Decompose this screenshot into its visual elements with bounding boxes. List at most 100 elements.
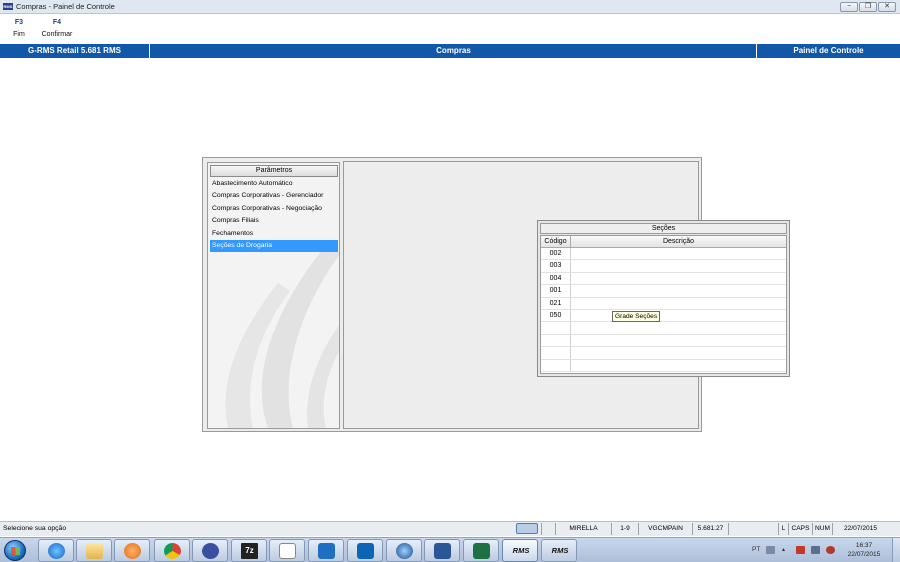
taskbar-7zip[interactable]: 7z [231, 539, 267, 562]
parameter-item-compras-corp-gerenciador[interactable]: Compras Corporativas - Gerenciador [210, 190, 338, 202]
window-title: Compras - Painel de Controle [16, 2, 115, 11]
parameter-item-abastecimento[interactable]: Abastecimento Automático [210, 178, 338, 190]
table-row[interactable]: 021 [541, 297, 786, 310]
sections-table-header: Código Descrição [541, 236, 786, 248]
folder-icon [86, 543, 103, 559]
cell-descricao [571, 298, 786, 309]
table-row[interactable]: 050 [541, 309, 786, 323]
cell-codigo: 050 [541, 309, 571, 322]
cell-descricao [571, 248, 786, 259]
table-row[interactable] [541, 347, 786, 360]
chrome-icon [164, 543, 181, 559]
taskbar-internet-explorer[interactable] [38, 539, 74, 562]
cell-codigo: 021 [541, 297, 571, 309]
language-indicator[interactable]: PT [752, 546, 760, 553]
lync-icon [318, 543, 335, 559]
status-version: 5.681.27 [692, 523, 728, 535]
rms-taskbar-label: RMS [551, 546, 569, 555]
f4-key-label: F4 [52, 19, 62, 26]
table-row[interactable] [541, 322, 786, 335]
tray-expand-icon[interactable]: ▴ [782, 546, 787, 554]
sections-grid-title: Seções [540, 223, 787, 234]
system-clock[interactable]: 16:37 22/07/2015 [840, 541, 888, 559]
column-header-codigo[interactable]: Código [541, 236, 571, 247]
detail-pane: Seções Código Descrição 002 003 004 001 … [343, 161, 790, 429]
status-l-flag: L [778, 523, 788, 535]
f3-fim-button[interactable]: F3 Fim [10, 19, 28, 38]
watermark-graphic [225, 243, 339, 428]
status-date: 22/07/2015 [832, 523, 888, 535]
keyboard-tray-icon[interactable] [766, 546, 775, 554]
cell-descricao [571, 260, 786, 271]
table-row[interactable]: 004 [541, 272, 786, 286]
table-row[interactable] [541, 334, 786, 348]
f3-action-label: Fim [13, 31, 25, 38]
taskbar-rms-2[interactable]: RMS [541, 539, 577, 562]
status-message: Selecione sua opção [3, 525, 67, 532]
status-range: 1-9 [611, 523, 638, 535]
parameters-pane: Parâmetros Abastecimento Automático Comp… [207, 162, 340, 429]
parameters-list: Abastecimento Automático Compras Corpora… [210, 178, 338, 253]
control-panel: Parâmetros Abastecimento Automático Comp… [202, 157, 790, 432]
table-row[interactable]: 003 [541, 260, 786, 273]
cell-codigo: 004 [541, 272, 571, 285]
module-name-label: Compras [436, 46, 471, 55]
parameters-header: Parâmetros [210, 165, 338, 177]
product-version-label: G-RMS Retail 5.681 RMS [0, 44, 150, 58]
parameter-item-fechamentos[interactable]: Fechamentos [210, 228, 338, 240]
taskbar-network-app[interactable] [386, 539, 422, 562]
table-row[interactable]: 001 [541, 285, 786, 298]
excel-icon [473, 543, 490, 559]
table-row[interactable] [541, 359, 786, 372]
cell-codigo [541, 359, 571, 371]
f3-key-label: F3 [14, 19, 24, 26]
cell-codigo: 003 [541, 260, 571, 272]
clock-date: 22/07/2015 [847, 551, 881, 558]
taskbar-word[interactable] [424, 539, 460, 562]
sections-table: Código Descrição 002 003 004 001 021 050 [540, 235, 787, 374]
maximize-button[interactable]: ❐ [859, 2, 877, 12]
status-bar: Selecione sua opção MIRELLA 1-9 VGCMPAIN… [0, 521, 900, 536]
cell-descricao [571, 360, 786, 371]
status-program: VGCMPAIN [638, 523, 692, 535]
security-tray-icon[interactable] [796, 546, 805, 554]
cell-descricao [571, 285, 786, 296]
taskbar-media-player[interactable] [114, 539, 150, 562]
network-tray-icon[interactable] [811, 546, 820, 554]
f4-confirmar-button[interactable]: F4 Confirmar [38, 19, 76, 38]
module-header-bar: G-RMS Retail 5.681 RMS Compras Painel de… [0, 44, 900, 58]
parameter-item-secoes-drogaria[interactable]: Seções de Drogaria [210, 239, 338, 253]
status-caps: CAPS [788, 523, 812, 535]
document-icon [279, 543, 296, 559]
start-button[interactable] [4, 540, 26, 561]
taskbar-outlook[interactable] [347, 539, 383, 562]
minimize-button[interactable]: − [840, 2, 858, 12]
volume-tray-icon[interactable] [826, 546, 835, 554]
parameter-item-compras-corp-negociacao[interactable]: Compras Corporativas - Negociação [210, 203, 338, 215]
cell-codigo [541, 334, 571, 347]
cell-descricao [571, 310, 786, 321]
cell-codigo [541, 347, 571, 359]
column-header-descricao[interactable]: Descrição [571, 236, 786, 247]
windows-taskbar: 7z RMS RMS PT ▴ 16:37 22/07/2015 [0, 537, 900, 562]
taskbar-excel[interactable] [463, 539, 499, 562]
close-button[interactable]: ✕ [878, 2, 896, 12]
table-row[interactable]: 002 [541, 248, 786, 261]
show-desktop-button[interactable] [892, 538, 900, 562]
cell-codigo: 002 [541, 248, 571, 260]
app-icon [202, 543, 219, 559]
taskbar-explorer[interactable] [76, 539, 112, 562]
media-player-icon [124, 543, 141, 559]
taskbar-lync[interactable] [308, 539, 344, 562]
status-num: NUM [812, 523, 832, 535]
taskbar-app[interactable] [192, 539, 228, 562]
taskbar-rms-1[interactable]: RMS [502, 539, 538, 562]
screen-name-label: Painel de Controle [756, 44, 900, 58]
taskbar-document[interactable] [269, 539, 305, 562]
keyboard-icon [516, 523, 538, 534]
parameter-item-compras-filiais[interactable]: Compras Filiais [210, 215, 338, 227]
cell-codigo: 001 [541, 285, 571, 297]
taskbar-chrome[interactable] [154, 539, 190, 562]
status-empty-cell-2 [728, 523, 778, 535]
cell-descricao [571, 347, 786, 358]
